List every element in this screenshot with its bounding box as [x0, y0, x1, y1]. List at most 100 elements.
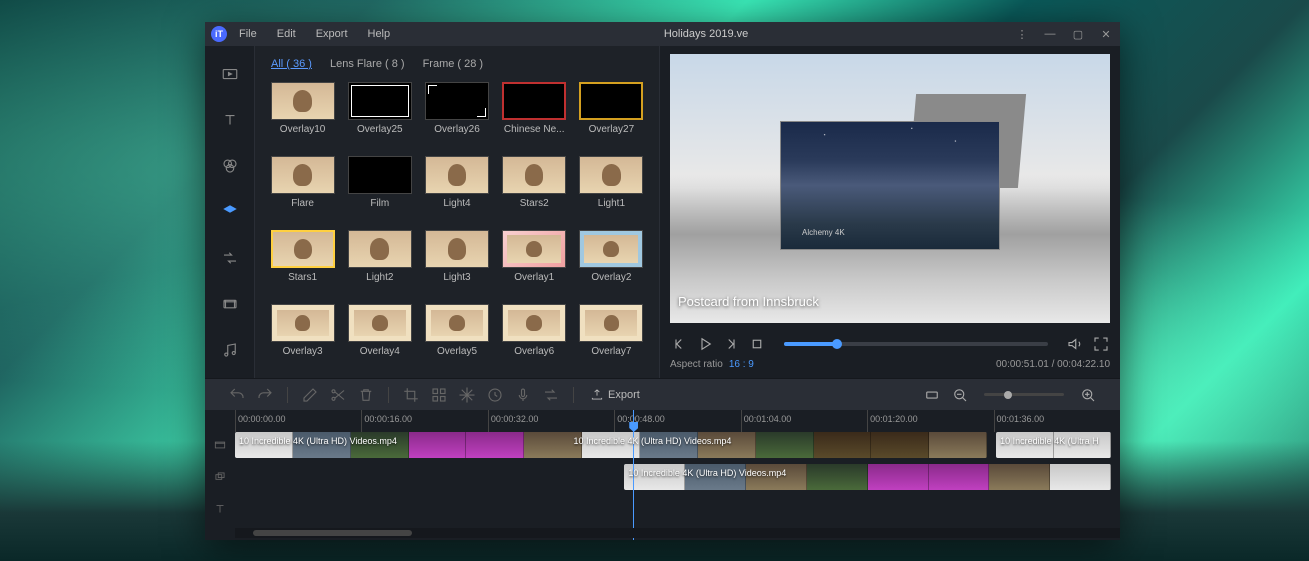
zoom-fit-icon[interactable] [920, 383, 944, 407]
undo-icon[interactable] [225, 383, 249, 407]
filter-frame[interactable]: Frame ( 28 ) [423, 58, 484, 70]
overlays-icon[interactable] [216, 198, 244, 226]
close-icon[interactable]: ✕ [1098, 26, 1114, 42]
timeline-content[interactable]: 00:00:00.0000:00:16.0000:00:32.0000:00:4… [235, 410, 1120, 540]
overlay-thumb[interactable] [425, 304, 489, 342]
overlay-item[interactable]: Light2 [344, 230, 415, 294]
overlay-item[interactable]: Overlay7 [576, 304, 647, 368]
overlay-thumb[interactable] [271, 156, 335, 194]
zoom-slider[interactable] [984, 393, 1064, 396]
delete-icon[interactable] [354, 383, 378, 407]
overlay-thumb[interactable] [502, 304, 566, 342]
overlay-item[interactable]: Overlay1 [499, 230, 570, 294]
overlay-item[interactable]: Film [344, 156, 415, 220]
overlay-label: Overlay3 [283, 346, 323, 357]
filter-lensflare[interactable]: Lens Flare ( 8 ) [330, 58, 405, 70]
more-icon[interactable]: ⋮ [1014, 26, 1030, 42]
media-icon[interactable] [216, 60, 244, 88]
overlay-thumb[interactable] [271, 82, 335, 120]
video-clip-1[interactable]: 10 Incredible 4K (Ultra HD) Videos.mp4 1… [235, 432, 987, 458]
overlay-item[interactable]: Stars2 [499, 156, 570, 220]
overlay-thumb[interactable] [271, 230, 335, 268]
stop-icon[interactable] [748, 335, 766, 353]
crop-icon[interactable] [399, 383, 423, 407]
freeze-icon[interactable] [455, 383, 479, 407]
video-track-1[interactable]: 10 Incredible 4K (Ultra HD) Videos.mp4 1… [235, 432, 1120, 458]
overlay-item[interactable]: Overlay6 [499, 304, 570, 368]
seek-handle[interactable] [832, 339, 842, 349]
zoom-in-icon[interactable] [1076, 383, 1100, 407]
video-track-icon[interactable] [205, 432, 235, 458]
zoom-out-icon[interactable] [948, 383, 972, 407]
overlay-item[interactable]: Light1 [576, 156, 647, 220]
aspect-value[interactable]: 16 : 9 [729, 359, 754, 370]
overlay-item[interactable]: Light3 [421, 230, 492, 294]
volume-icon[interactable] [1066, 335, 1084, 353]
text-icon[interactable] [216, 106, 244, 134]
filters-icon[interactable] [216, 152, 244, 180]
menu-help[interactable]: Help [360, 26, 399, 42]
overlay-item[interactable]: Overlay27 [576, 82, 647, 146]
redo-icon[interactable] [253, 383, 277, 407]
zoom-handle[interactable] [1004, 391, 1012, 399]
timeline-scrollbar-thumb[interactable] [253, 530, 412, 536]
edit-tool-icon[interactable] [298, 383, 322, 407]
text-track-1[interactable] [235, 496, 1120, 522]
seek-bar[interactable] [784, 342, 1048, 346]
export-button[interactable]: Export [584, 386, 646, 404]
cut-icon[interactable] [326, 383, 350, 407]
menu-file[interactable]: File [231, 26, 265, 42]
speed-icon[interactable] [483, 383, 507, 407]
preview-viewport[interactable]: Alchemy 4K Postcard from Innsbruck [670, 54, 1110, 323]
prev-frame-icon[interactable] [670, 335, 688, 353]
overlay-thumb[interactable] [502, 230, 566, 268]
overlay-item[interactable]: Overlay25 [344, 82, 415, 146]
overlay-thumb[interactable] [579, 304, 643, 342]
overlay-item[interactable]: Overlay4 [344, 304, 415, 368]
overlay-item[interactable]: Overlay10 [267, 82, 338, 146]
overlay-thumb[interactable] [579, 156, 643, 194]
overlay-thumb[interactable] [271, 304, 335, 342]
overlay-item[interactable]: Overlay5 [421, 304, 492, 368]
menu-edit[interactable]: Edit [269, 26, 304, 42]
overlay-thumb[interactable] [348, 304, 412, 342]
overlay-thumb[interactable] [425, 82, 489, 120]
overlay-thumb[interactable] [425, 156, 489, 194]
elements-icon[interactable] [216, 290, 244, 318]
overlay-thumb[interactable] [425, 230, 489, 268]
overlay-item[interactable]: Chinese Ne... [499, 82, 570, 146]
text-track-icon[interactable] [205, 496, 235, 522]
overlay-grid[interactable]: Overlay10Overlay25Overlay26Chinese Ne...… [263, 80, 651, 370]
overlay-thumb[interactable] [502, 156, 566, 194]
timeline-ruler[interactable]: 00:00:00.0000:00:16.0000:00:32.0000:00:4… [235, 410, 1120, 432]
video-clip-2[interactable]: 10 Incredible 4K (Ultra H [996, 432, 1111, 458]
overlay-thumb[interactable] [348, 82, 412, 120]
overlay-thumb[interactable] [348, 156, 412, 194]
maximize-icon[interactable]: ▢ [1070, 26, 1086, 42]
overlay-item[interactable]: Overlay3 [267, 304, 338, 368]
minimize-icon[interactable]: — [1042, 26, 1058, 42]
overlay-item[interactable]: Light4 [421, 156, 492, 220]
overlay-thumb[interactable] [579, 230, 643, 268]
filter-all[interactable]: All ( 36 ) [271, 58, 312, 70]
mosaic-icon[interactable] [427, 383, 451, 407]
fullscreen-icon[interactable] [1092, 335, 1110, 353]
overlay-item[interactable]: Overlay2 [576, 230, 647, 294]
overlay-thumb[interactable] [348, 230, 412, 268]
overlay-item[interactable]: Overlay26 [421, 82, 492, 146]
timeline-scrollbar[interactable] [235, 528, 1120, 538]
overlay-track-1[interactable]: 10 Incredible 4K (Ultra HD) Videos.mp4 [235, 464, 1120, 490]
convert-icon[interactable] [539, 383, 563, 407]
next-frame-icon[interactable] [722, 335, 740, 353]
overlay-item[interactable]: Flare [267, 156, 338, 220]
menu-export[interactable]: Export [308, 26, 356, 42]
overlay-item[interactable]: Stars1 [267, 230, 338, 294]
overlay-clip-1[interactable]: 10 Incredible 4K (Ultra HD) Videos.mp4 [624, 464, 1111, 490]
transitions-icon[interactable] [216, 244, 244, 272]
overlay-thumb[interactable] [579, 82, 643, 120]
play-icon[interactable] [696, 335, 714, 353]
overlay-track-icon[interactable] [205, 464, 235, 490]
music-icon[interactable] [216, 336, 244, 364]
voice-icon[interactable] [511, 383, 535, 407]
overlay-thumb[interactable] [502, 82, 566, 120]
